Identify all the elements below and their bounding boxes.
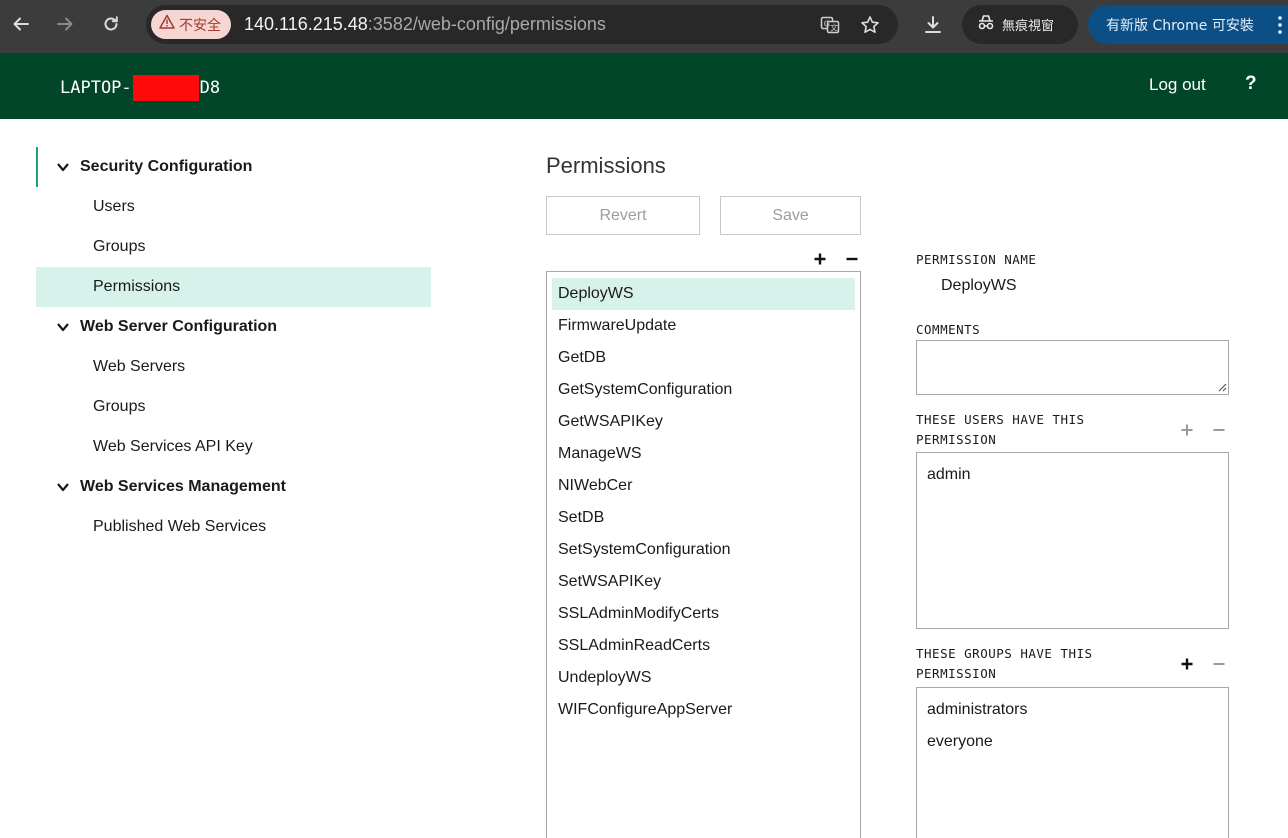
- section-security-configuration[interactable]: Security Configuration: [36, 147, 431, 187]
- section-label: Web Server Configuration: [80, 318, 278, 335]
- sidebar-item-permissions[interactable]: Permissions: [36, 267, 431, 307]
- back-arrow-icon[interactable]: [6, 9, 36, 39]
- sidebar-item-server-groups[interactable]: Groups: [36, 387, 431, 427]
- incognito-indicator[interactable]: 無痕視窗: [962, 5, 1078, 44]
- add-user-icon[interactable]: [1180, 423, 1194, 437]
- users-label-line2: PERMISSION: [916, 432, 997, 447]
- incognito-label: 無痕視窗: [1002, 19, 1055, 34]
- groups-label-line2: PERMISSION: [916, 666, 997, 681]
- chevron-down-icon: [57, 163, 69, 172]
- sidebar-nav: Security Configuration Users Groups Perm…: [36, 147, 431, 547]
- warning-icon: [159, 14, 175, 35]
- users-list[interactable]: admin: [916, 452, 1229, 629]
- app-header: LAPTOP- D8 Log out ?: [0, 53, 1288, 119]
- address-bar[interactable]: 不安全 140.116.215.48:3582/web-config/permi…: [146, 5, 898, 44]
- list-item[interactable]: NIWebCer: [552, 470, 855, 502]
- chevron-down-icon: [57, 483, 69, 492]
- sidebar-item-groups[interactable]: Groups: [36, 227, 431, 267]
- sidebar-item-published-web-services[interactable]: Published Web Services: [36, 507, 431, 547]
- users-label: THESE USERS HAVE THIS PERMISSION: [916, 410, 1085, 450]
- star-icon[interactable]: [859, 14, 881, 36]
- list-item[interactable]: SSLAdminModifyCerts: [552, 598, 855, 630]
- section-label: Web Services Management: [80, 478, 287, 495]
- save-button[interactable]: Save: [720, 196, 861, 235]
- list-item[interactable]: SSLAdminReadCerts: [552, 630, 855, 662]
- forward-arrow-icon[interactable]: [50, 9, 80, 39]
- svg-text:文: 文: [830, 23, 838, 33]
- chrome-update-button[interactable]: 有新版 Chrome 可安裝: [1088, 5, 1288, 44]
- url-path: :3582/web-config/permissions: [367, 14, 606, 34]
- redaction-block: [132, 75, 199, 101]
- url-host: 140.116.215.48: [244, 14, 368, 34]
- remove-group-icon[interactable]: [1212, 657, 1226, 671]
- sidebar-item-web-servers[interactable]: Web Servers: [36, 347, 431, 387]
- groups-label: THESE GROUPS HAVE THIS PERMISSION: [916, 644, 1093, 684]
- chrome-update-label: 有新版 Chrome 可安裝: [1106, 17, 1254, 34]
- reload-icon[interactable]: [96, 9, 126, 39]
- sidebar-item-users[interactable]: Users: [36, 187, 431, 227]
- list-item[interactable]: WIFConfigureAppServer: [552, 694, 855, 726]
- more-vert-icon[interactable]: [1278, 16, 1282, 34]
- logout-link[interactable]: Log out: [1149, 75, 1206, 95]
- list-item[interactable]: SetDB: [552, 502, 855, 534]
- list-item[interactable]: FirmwareUpdate: [552, 310, 855, 342]
- list-item[interactable]: GetSystemConfiguration: [552, 374, 855, 406]
- help-button[interactable]: ?: [1245, 73, 1257, 95]
- list-item[interactable]: GetWSAPIKey: [552, 406, 855, 438]
- chevron-down-icon: [57, 323, 69, 332]
- browser-toolbar: 不安全 140.116.215.48:3582/web-config/permi…: [0, 0, 1288, 53]
- list-item[interactable]: admin: [927, 459, 1228, 491]
- permission-name-label: PERMISSION NAME: [916, 252, 1037, 267]
- host-suffix: D8: [199, 78, 221, 98]
- permissions-list[interactable]: DeployWS FirmwareUpdate GetDB GetSystemC…: [546, 271, 861, 838]
- incognito-icon: [976, 12, 996, 37]
- section-web-server-configuration[interactable]: Web Server Configuration: [36, 307, 431, 347]
- list-item[interactable]: GetDB: [552, 342, 855, 374]
- remove-permission-icon[interactable]: [845, 252, 859, 266]
- list-item[interactable]: UndeployWS: [552, 662, 855, 694]
- comments-field[interactable]: [916, 340, 1229, 395]
- section-web-services-management[interactable]: Web Services Management: [36, 467, 431, 507]
- list-item[interactable]: SetWSAPIKey: [552, 566, 855, 598]
- list-item[interactable]: everyone: [927, 726, 1228, 758]
- translate-icon[interactable]: G文: [819, 14, 841, 36]
- groups-label-line1: THESE GROUPS HAVE THIS: [916, 646, 1093, 661]
- list-item[interactable]: administrators: [927, 694, 1228, 726]
- comments-label: COMMENTS: [916, 322, 981, 337]
- users-label-line1: THESE USERS HAVE THIS: [916, 412, 1085, 427]
- add-permission-icon[interactable]: [813, 252, 827, 266]
- add-group-icon[interactable]: [1180, 657, 1194, 671]
- url-text[interactable]: 140.116.215.48:3582/web-config/permissio…: [244, 14, 606, 35]
- revert-button[interactable]: Revert: [546, 196, 700, 235]
- host-prefix: LAPTOP-: [60, 78, 132, 98]
- sidebar-item-web-services-api-key[interactable]: Web Services API Key: [36, 427, 431, 467]
- section-label: Security Configuration: [80, 158, 253, 175]
- host-name: LAPTOP- D8: [60, 75, 220, 101]
- list-item[interactable]: ManageWS: [552, 438, 855, 470]
- page-title: Permissions: [546, 153, 666, 178]
- list-item[interactable]: DeployWS: [552, 278, 855, 310]
- security-label: 不安全: [179, 17, 221, 34]
- remove-user-icon[interactable]: [1212, 423, 1226, 437]
- groups-list[interactable]: administrators everyone: [916, 687, 1229, 838]
- list-item[interactable]: SetSystemConfiguration: [552, 534, 855, 566]
- security-chip[interactable]: 不安全: [151, 10, 231, 39]
- download-icon[interactable]: [918, 10, 948, 40]
- resize-grip-icon[interactable]: [1216, 381, 1227, 392]
- permission-name-value: DeployWS: [941, 277, 1017, 294]
